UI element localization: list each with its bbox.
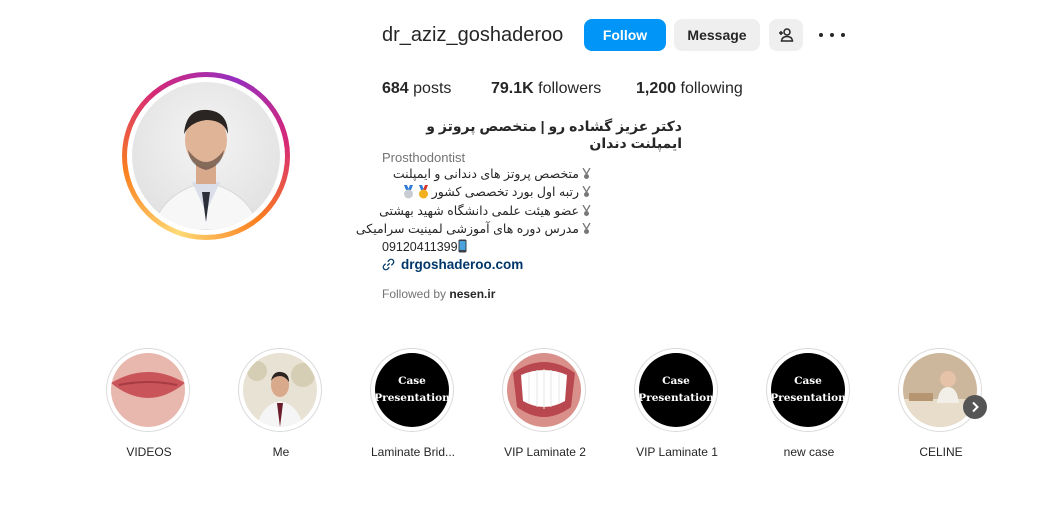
link-text: drgoshaderoo.com	[401, 257, 524, 272]
more-icon	[819, 33, 823, 37]
highlight-ring	[898, 348, 982, 432]
bio-line-phone: 09120411399	[382, 239, 467, 254]
highlight-thumb-person	[243, 353, 317, 427]
following-number: 1,200	[636, 80, 677, 97]
more-icon-dot	[841, 33, 845, 37]
message-button[interactable]: Message	[674, 19, 760, 51]
following-label: following	[680, 80, 743, 97]
highlight-label: new case	[783, 445, 835, 459]
bio-line-3: عضو هیئت علمی دانشگاه شهید بهشتی	[379, 203, 591, 218]
more-options-button[interactable]	[819, 25, 845, 45]
medal-icon	[582, 167, 591, 180]
followers-label: followers	[538, 80, 602, 97]
followed-by[interactable]: Followed by nesen.ir	[382, 287, 495, 301]
bio-text: مدرس دوره های آموزشی لمینیت سرامیکی	[355, 222, 579, 236]
highlight-thumb-case: Case Presentation	[375, 353, 449, 427]
bio-line-2: رتبه اول بورد تخصصی کشور	[402, 184, 591, 199]
highlight-thumb-teeth	[507, 353, 581, 427]
posts-label: posts	[413, 80, 452, 97]
highlights-next-button[interactable]	[963, 395, 987, 419]
medal-icon	[582, 222, 591, 235]
highlight-label: VIP Laminate 2	[504, 445, 586, 459]
medal-icon	[582, 185, 591, 198]
link-icon	[382, 258, 395, 271]
followed-by-user[interactable]: nesen.ir	[449, 287, 495, 301]
case-text: Case	[398, 375, 426, 387]
case-text: Case	[794, 375, 822, 387]
gold-medal-icon	[417, 185, 430, 199]
phone-number: 09120411399	[382, 240, 458, 254]
chevron-right-icon	[972, 401, 979, 413]
case-text: Case	[662, 375, 690, 387]
doctor-portrait	[151, 109, 261, 230]
highlight-ring: Case Presentation	[370, 348, 454, 432]
followers-number: 79.1K	[491, 80, 534, 97]
highlight-ring: Case Presentation	[634, 348, 718, 432]
silver-medal-icon	[402, 185, 415, 199]
bio-text: متخصص پروتز های دندانی و ایمپلنت	[392, 167, 579, 181]
posts-count: 684 posts	[382, 80, 451, 98]
follow-button[interactable]: Follow	[584, 19, 666, 51]
highlight-thumb-case: Case Presentation	[639, 353, 713, 427]
following-link[interactable]: 1,200 following	[636, 80, 743, 98]
highlight-label: CELINE	[919, 445, 963, 459]
bio-text: رتبه اول بورد تخصصی کشور	[431, 185, 579, 199]
presentation-text: Presentation	[639, 392, 713, 404]
highlight-label: VIP Laminate 1	[636, 445, 718, 459]
highlight-thumb-baby	[903, 353, 977, 427]
suggest-users-button[interactable]	[769, 19, 803, 51]
highlight-thumb-lips	[111, 353, 185, 427]
highlight-label: Me	[272, 445, 290, 459]
bio-line-4: مدرس دوره های آموزشی لمینیت سرامیکی	[356, 221, 591, 236]
presentation-text: Presentation	[375, 392, 449, 404]
profile-avatar[interactable]	[122, 72, 290, 240]
highlight-label: VIDEOS	[126, 445, 172, 459]
add-user-icon	[779, 28, 794, 42]
phone-icon	[458, 239, 467, 254]
profile-category: Prosthodontist	[382, 150, 466, 165]
followed-by-prefix: Followed by	[382, 287, 450, 301]
highlight-label: Laminate Brid...	[370, 445, 456, 459]
posts-number: 684	[382, 80, 409, 97]
avatar-gap	[127, 77, 285, 235]
highlight-ring	[106, 348, 190, 432]
highlight-ring: Case Presentation	[766, 348, 850, 432]
presentation-text: Presentation	[771, 392, 845, 404]
highlight-ring	[502, 348, 586, 432]
highlight-thumb-case: Case Presentation	[771, 353, 845, 427]
followers-link[interactable]: 79.1K followers	[491, 80, 601, 98]
bio-text: عضو هیئت علمی دانشگاه شهید بهشتی	[379, 204, 579, 218]
medal-icon	[582, 204, 591, 217]
bio-line-1: متخصص پروتز های دندانی و ایمپلنت	[393, 166, 591, 181]
more-icon-dot	[830, 33, 834, 37]
highlight-ring	[238, 348, 322, 432]
profile-username: dr_aziz_goshaderoo	[382, 24, 564, 46]
avatar-photo	[132, 82, 280, 230]
profile-full-name: دکتر عزیز گشاده رو | متخصص پروتز و ایمپل…	[426, 118, 682, 151]
external-link[interactable]: drgoshaderoo.com	[382, 257, 523, 272]
